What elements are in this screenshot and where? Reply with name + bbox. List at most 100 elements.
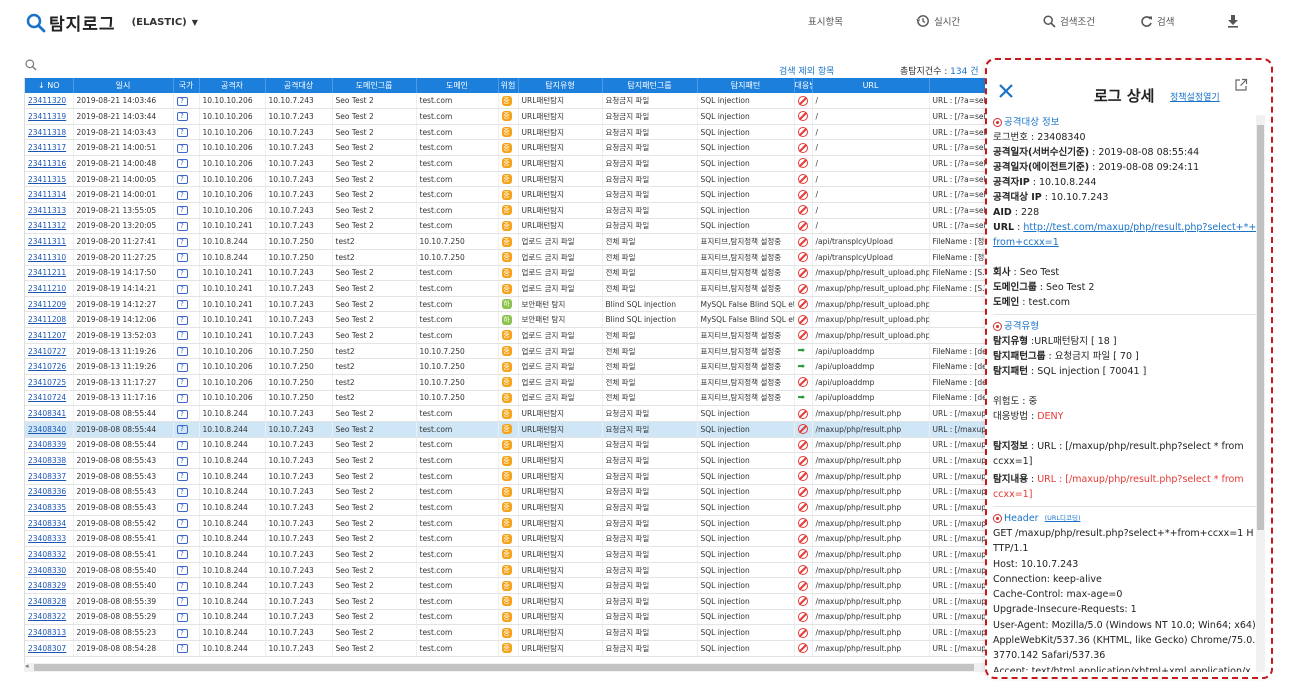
log-number-link[interactable]: 23411210 <box>28 284 66 293</box>
log-number-link[interactable]: 23411311 <box>28 237 66 246</box>
log-number-link[interactable]: 23408338 <box>28 456 66 465</box>
policy-open-link[interactable]: 정책설정열기 <box>1170 90 1220 103</box>
column-header[interactable]: 공격대상 <box>265 78 333 93</box>
log-number-link[interactable]: 23408332 <box>28 550 66 559</box>
table-row[interactable]: 23411318 2019-08-21 14:03:43? 10.10.10.206… <box>25 124 1026 141</box>
table-row[interactable]: 23411312 2019-08-20 13:20:05? 10.10.10.241… <box>25 218 1026 235</box>
table-row[interactable]: 23408341 2019-08-08 08:55:44? 10.10.8.244 1… <box>25 405 1026 422</box>
source-selector[interactable]: (ELASTIC) ▼ <box>132 17 198 28</box>
table-row[interactable]: 23411208 2019-08-19 14:12:06? 10.10.10.241… <box>25 311 1026 329</box>
log-number-link[interactable]: 23411207 <box>28 331 66 340</box>
table-row[interactable]: 23408336 2019-08-08 08:55:43? 10.10.8.244 1… <box>25 484 1026 501</box>
table-row[interactable]: 23408335 2019-08-08 08:55:43? 10.10.8.244 1… <box>25 499 1026 516</box>
table-row[interactable]: 23410724 2019-08-13 11:17:16? 10.10.10.206… <box>25 390 1026 407</box>
log-number-link[interactable]: 23411312 <box>28 221 66 230</box>
scroll-left-icon[interactable]: ◂ <box>25 662 29 670</box>
column-header[interactable]: 위험 <box>498 78 519 93</box>
close-icon[interactable] <box>997 82 1015 100</box>
column-header[interactable]: 도메인그룹 <box>332 78 417 93</box>
log-number-link[interactable]: 23411310 <box>28 253 66 262</box>
log-number-link[interactable]: 23408330 <box>28 566 66 575</box>
log-number-link[interactable]: 23411209 <box>28 300 66 309</box>
table-row[interactable]: 23411314 2019-08-21 14:00:01? 10.10.10.206… <box>25 186 1026 203</box>
log-number-link[interactable]: 23408339 <box>28 440 66 449</box>
realtime-button[interactable]: 실시간 <box>916 13 960 29</box>
log-number-link[interactable]: 23411208 <box>28 315 66 324</box>
log-number-link[interactable]: 23410726 <box>28 362 66 371</box>
column-header[interactable]: 대응방법 <box>794 78 813 93</box>
scrollbar-thumb[interactable] <box>34 664 974 671</box>
search-conditions-button[interactable]: 검색조건 <box>1043 13 1095 29</box>
scrollbar-thumb[interactable] <box>1257 125 1264 530</box>
table-row[interactable]: 23408313 2019-08-08 08:55:23? 10.10.8.244 1… <box>25 624 1026 641</box>
log-number-link[interactable]: 23408322 <box>28 612 66 621</box>
log-number-link[interactable]: 23408328 <box>28 597 66 606</box>
table-row[interactable]: 23408339 2019-08-08 08:55:44? 10.10.8.244 1… <box>25 437 1026 454</box>
refresh-button[interactable]: 검색 <box>1140 13 1174 29</box>
column-header[interactable]: 국가 <box>173 78 200 93</box>
log-number-link[interactable]: 23408335 <box>28 503 66 512</box>
log-number-link[interactable]: 23410727 <box>28 347 66 356</box>
log-number-link[interactable]: 23411313 <box>28 206 66 215</box>
log-number-link[interactable]: 23408334 <box>28 519 66 528</box>
log-number-link[interactable]: 23411319 <box>28 112 66 121</box>
table-row[interactable]: 23411320 2019-08-21 14:03:46? 10.10.10.206… <box>25 93 1026 110</box>
table-row[interactable]: 23408338 2019-08-08 08:55:43? 10.10.8.244 1… <box>25 452 1026 469</box>
log-number-link[interactable]: 23408313 <box>28 628 66 637</box>
table-row[interactable]: 23411313 2019-08-21 13:55:05? 10.10.10.206… <box>25 202 1026 219</box>
log-number-link[interactable]: 23408341 <box>28 409 66 418</box>
log-number-link[interactable]: 23411316 <box>28 159 66 168</box>
log-number-link[interactable]: 23408336 <box>28 487 66 496</box>
column-header[interactable]: URL <box>812 78 930 93</box>
table-row[interactable]: 23408340 2019-08-08 08:55:44? 10.10.8.244 1… <box>25 421 1026 438</box>
table-row[interactable]: 23410726 2019-08-13 11:19:26? 10.10.10.206… <box>25 358 1026 376</box>
log-number-link[interactable]: 23408340 <box>28 425 66 434</box>
table-row[interactable]: 23408330 2019-08-08 08:55:40? 10.10.8.244 1… <box>25 562 1026 579</box>
column-header[interactable]: ↓ NO <box>25 78 74 93</box>
table-row[interactable]: 23410727 2019-08-13 11:19:26? 10.10.10.206… <box>25 343 1026 360</box>
column-header[interactable]: 탐지패턴 <box>697 78 795 93</box>
url-decode-link[interactable]: (URL디코딩) <box>1045 511 1081 526</box>
table-row[interactable]: 23411319 2019-08-21 14:03:44? 10.10.10.206… <box>25 108 1026 125</box>
log-number-link[interactable]: 23411211 <box>28 268 66 277</box>
log-number-link[interactable]: 23408329 <box>28 581 66 590</box>
column-header[interactable]: 탐지패턴그룹 <box>602 78 698 93</box>
table-search-button[interactable] <box>25 56 37 75</box>
log-number-link[interactable]: 23410725 <box>28 378 66 387</box>
table-row[interactable]: 23408329 2019-08-08 08:55:40? 10.10.8.244 1… <box>25 577 1026 594</box>
table-row[interactable]: 23411210 2019-08-19 14:14:21? 10.10.10.241… <box>25 280 1026 297</box>
log-number-link[interactable]: 23411315 <box>28 175 66 184</box>
table-row[interactable]: 23408337 2019-08-08 08:55:43? 10.10.8.244 1… <box>25 468 1026 485</box>
log-number-link[interactable]: 23408333 <box>28 534 66 543</box>
table-row[interactable]: 23411209 2019-08-19 14:12:27? 10.10.10.241… <box>25 296 1026 313</box>
open-external-icon[interactable] <box>1234 78 1248 92</box>
table-row[interactable]: 23408307 2019-08-08 08:54:28? 10.10.8.244 1… <box>25 640 1026 657</box>
table-row[interactable]: 23411310 2019-08-20 11:27:25? 10.10.8.244 1… <box>25 249 1026 266</box>
table-row[interactable]: 23411211 2019-08-19 14:17:50? 10.10.10.241… <box>25 265 1026 282</box>
log-number-link[interactable]: 23411320 <box>28 96 66 105</box>
log-number-link[interactable]: 23408337 <box>28 472 66 481</box>
table-row[interactable]: 23408333 2019-08-08 08:55:41? 10.10.8.244 1… <box>25 530 1026 548</box>
log-number-link[interactable]: 23410724 <box>28 393 66 402</box>
table-row[interactable]: 23411315 2019-08-21 14:00:05? 10.10.10.206… <box>25 171 1026 188</box>
url-link[interactable]: http://test.com/maxup/php/result.php?sel… <box>993 222 1256 248</box>
column-header[interactable]: 공격자 <box>199 78 266 93</box>
log-number-link[interactable]: 23411317 <box>28 143 66 152</box>
exclude-items-link[interactable]: 검색 제외 항목 <box>779 64 834 77</box>
log-number-link[interactable]: 23411318 <box>28 128 66 137</box>
vertical-scrollbar[interactable] <box>1256 115 1265 672</box>
column-header[interactable]: 도메인 <box>416 78 499 93</box>
table-row[interactable]: 23408328 2019-08-08 08:55:39? 10.10.8.244 1… <box>25 593 1026 610</box>
column-header[interactable]: 일시 <box>73 78 174 93</box>
table-row[interactable]: 23410725 2019-08-13 11:17:27? 10.10.10.206… <box>25 374 1026 391</box>
column-header[interactable]: 탐지유형 <box>518 78 603 93</box>
log-number-link[interactable]: 23408307 <box>28 644 66 653</box>
table-row[interactable]: 23408334 2019-08-08 08:55:42? 10.10.8.244 1… <box>25 515 1026 532</box>
table-row[interactable]: 23408332 2019-08-08 08:55:41? 10.10.8.244 1… <box>25 546 1026 563</box>
table-row[interactable]: 23411311 2019-08-20 11:27:41? 10.10.8.244 1… <box>25 233 1026 250</box>
display-items-button[interactable]: 표시항목 <box>808 13 843 29</box>
table-row[interactable]: 23411316 2019-08-21 14:00:48? 10.10.10.206… <box>25 155 1026 172</box>
log-number-link[interactable]: 23411314 <box>28 190 66 199</box>
download-button[interactable] <box>1227 13 1243 29</box>
table-row[interactable]: 23411207 2019-08-19 13:52:03? 10.10.10.241… <box>25 327 1026 344</box>
